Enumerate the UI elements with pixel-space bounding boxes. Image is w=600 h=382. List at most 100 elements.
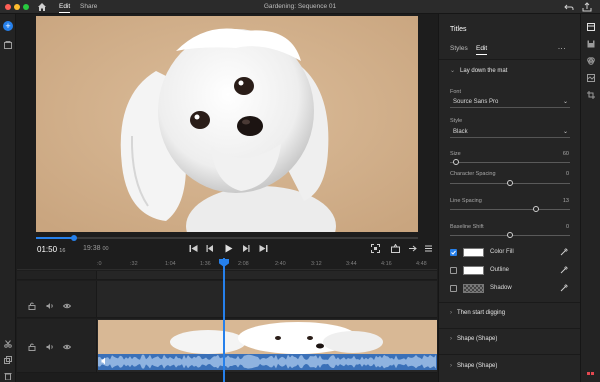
slider-handle[interactable] <box>533 206 540 212</box>
chevron-right-icon: › <box>450 310 452 316</box>
title-track[interactable] <box>17 281 437 318</box>
window-title: Gardening: Sequence 01 <box>263 3 337 10</box>
slider-handle[interactable] <box>453 159 459 165</box>
color-fill-swatch[interactable] <box>463 248 484 257</box>
slider-handle[interactable] <box>507 180 513 186</box>
line-spacing-slider[interactable] <box>450 206 570 212</box>
undo-icon[interactable] <box>564 2 574 12</box>
save-icon[interactable] <box>587 40 595 48</box>
transport-controls: 01:50 16 19:38 00 <box>17 240 437 258</box>
section-header-collapsed[interactable]: › Shape (Shape) <box>450 363 497 369</box>
preview-frame[interactable] <box>36 16 418 232</box>
ruler-tick: 3:12 <box>311 261 322 267</box>
crop-icon[interactable] <box>587 91 595 99</box>
feedback-icon[interactable] <box>587 371 595 379</box>
outline-checkbox[interactable] <box>450 267 457 274</box>
chevron-right-icon: › <box>450 336 452 342</box>
dog-photo <box>36 16 418 232</box>
waveform <box>98 354 437 370</box>
scissors-icon[interactable] <box>4 340 12 348</box>
track-header <box>17 319 97 372</box>
ruler-tick: 4:16 <box>381 261 392 267</box>
ruler-tick: 4:48 <box>416 261 427 267</box>
font-select[interactable]: Source Sans Pro ⌄ <box>450 97 570 108</box>
clip-thumbnail <box>98 320 437 355</box>
export-icon[interactable] <box>582 2 592 12</box>
right-icon-strip <box>580 14 600 382</box>
lock-icon[interactable] <box>28 343 36 351</box>
color-icon[interactable] <box>587 57 595 65</box>
baseline-shift-label: Baseline Shift <box>450 224 484 230</box>
eyedropper-icon[interactable] <box>560 266 568 274</box>
line-spacing-label: Line Spacing <box>450 198 482 204</box>
size-value[interactable]: 60 <box>563 151 569 157</box>
line-spacing-value[interactable]: 13 <box>563 198 569 204</box>
color-fill-checkbox[interactable] <box>450 249 457 256</box>
outline-swatch[interactable] <box>463 266 484 275</box>
effects-icon[interactable] <box>587 74 595 82</box>
tab-edit-panel[interactable]: Edit <box>476 45 488 55</box>
shadow-checkbox[interactable] <box>450 285 457 292</box>
export-frame-icon[interactable] <box>391 244 400 253</box>
chevron-down-icon: ⌄ <box>562 99 568 105</box>
section-header-collapsed[interactable]: › Shape (Shape) <box>450 336 497 342</box>
ruler-tick: 2:40 <box>275 261 286 267</box>
volume-icon[interactable] <box>46 302 54 310</box>
titles-panel: Titles Styles Edit ... ⌄ Lay down the mat… <box>438 14 581 382</box>
section-header[interactable]: ⌄ Lay down the mat <box>450 67 507 74</box>
track-header <box>17 281 97 317</box>
baseline-shift-slider[interactable] <box>450 232 570 238</box>
more-options-icon[interactable]: ... <box>558 42 566 51</box>
add-media-button[interactable]: + <box>3 21 13 31</box>
step-forward-icon[interactable] <box>241 244 250 253</box>
section-header-collapsed[interactable]: › Then start digging <box>450 310 505 316</box>
font-label: Font <box>450 89 462 95</box>
audio-clip-icon <box>101 357 105 365</box>
preview-scrubber[interactable] <box>36 235 418 241</box>
volume-icon[interactable] <box>46 343 54 351</box>
audio-waveform[interactable] <box>98 354 437 370</box>
style-label: Style <box>450 118 463 124</box>
title-bar: Edit Share Gardening: Sequence 01 <box>0 0 600 14</box>
eyedropper-icon[interactable] <box>560 284 568 292</box>
video-clip[interactable] <box>98 320 437 355</box>
left-tool-rail: + <box>0 14 16 382</box>
character-spacing-value[interactable]: 0 <box>566 171 569 177</box>
eyedropper-icon[interactable] <box>560 248 568 256</box>
chevron-down-icon: ⌄ <box>450 68 456 74</box>
duplicate-icon[interactable] <box>4 356 12 364</box>
fit-frame-icon[interactable] <box>371 244 380 253</box>
play-icon[interactable] <box>224 244 233 253</box>
style-select[interactable]: Black ⌄ <box>450 127 570 138</box>
chevron-down-icon: ⌄ <box>562 129 568 135</box>
lock-icon[interactable] <box>28 302 36 310</box>
color-fill-label: Color Fill <box>490 249 514 255</box>
delete-icon[interactable] <box>4 372 12 380</box>
go-to-start-icon[interactable] <box>189 244 198 253</box>
tab-styles[interactable]: Styles <box>450 45 468 52</box>
go-to-end-icon[interactable] <box>259 244 268 253</box>
baseline-shift-value[interactable]: 0 <box>566 224 569 230</box>
track-empty-top <box>17 271 437 280</box>
playhead[interactable] <box>223 258 225 382</box>
character-spacing-label: Character Spacing <box>450 171 496 177</box>
size-label: Size <box>450 151 461 157</box>
video-audio-track[interactable] <box>17 319 437 373</box>
outline-label: Outline <box>490 267 510 273</box>
ruler-tick: 1:04 <box>165 261 176 267</box>
menu-icon[interactable] <box>424 244 433 253</box>
step-back-icon[interactable] <box>206 244 215 253</box>
eye-icon[interactable] <box>63 343 71 351</box>
chevron-right-icon: › <box>450 363 452 369</box>
slider-handle[interactable] <box>507 232 513 238</box>
current-timecode: 01:50 16 <box>37 245 66 254</box>
character-spacing-slider[interactable] <box>450 180 570 186</box>
shadow-swatch[interactable] <box>463 284 484 293</box>
size-slider[interactable] <box>450 159 570 165</box>
media-library-icon[interactable] <box>4 41 12 49</box>
total-duration: 19:38 00 <box>83 245 109 252</box>
eye-icon[interactable] <box>63 302 71 310</box>
scrubber-progress <box>36 237 75 239</box>
settings-icon[interactable] <box>408 244 417 253</box>
titles-panel-icon[interactable] <box>587 23 595 31</box>
